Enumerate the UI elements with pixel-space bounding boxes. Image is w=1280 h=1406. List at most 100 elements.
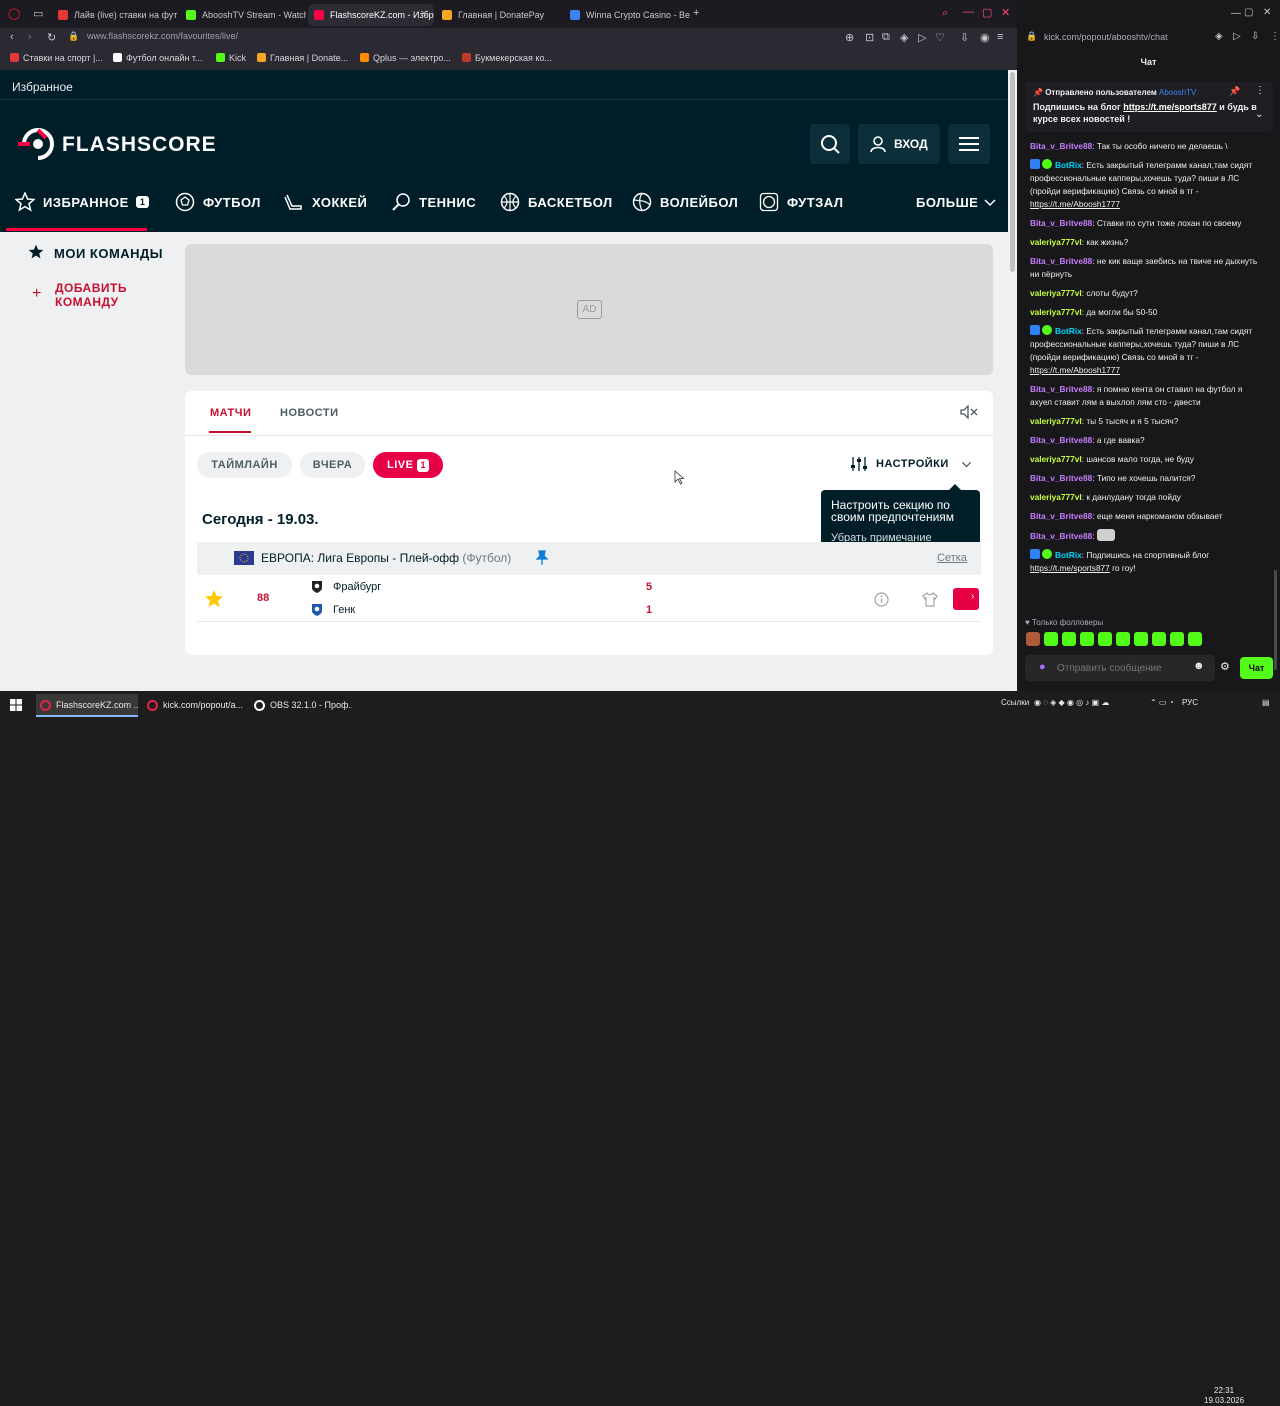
info-icon[interactable] [874, 592, 889, 607]
input-language[interactable]: РУС [1182, 698, 1198, 707]
reload-icon[interactable]: ↻ [47, 31, 56, 44]
emote[interactable] [1170, 632, 1184, 646]
chat-username[interactable]: valeriya777vl [1030, 454, 1082, 464]
maximize-icon[interactable]: ▢ [1244, 7, 1253, 18]
settings-gear-icon[interactable]: ⚙ [1220, 660, 1230, 673]
emote[interactable] [1134, 632, 1148, 646]
search-button[interactable] [810, 124, 850, 164]
taskbar-item-flashscore[interactable]: FlashscoreKZ.com ... [36, 694, 138, 717]
chat-username[interactable]: Bita_v_Britve88 [1030, 511, 1092, 521]
chat-username[interactable]: Bita_v_Britve88 [1030, 473, 1092, 483]
heart-icon[interactable]: ♡ [935, 31, 945, 44]
bookmark-5[interactable]: Qplus — электро... [360, 53, 451, 63]
zoom-icon[interactable]: ⊕ [845, 31, 854, 44]
favorite-star-icon[interactable] [204, 589, 224, 609]
send-chat-button[interactable]: Чат [1240, 657, 1273, 679]
windows-start-icon[interactable] [10, 699, 22, 711]
nav-basketball[interactable]: БАСКЕТБОЛ [500, 192, 613, 212]
tab-news[interactable]: НОВОСТИ [280, 407, 339, 419]
emote[interactable] [1080, 632, 1094, 646]
emote[interactable] [1026, 632, 1040, 646]
chat-username[interactable]: BotRix [1055, 160, 1082, 170]
scrollbar-thumb[interactable] [1274, 570, 1277, 670]
more-vertical-icon[interactable]: ⋮ [1255, 85, 1265, 96]
chat-username[interactable]: valeriya777vl [1030, 416, 1082, 426]
chat-url-text[interactable]: kick.com/popout/abooshtv/chat [1044, 32, 1168, 42]
chat-username[interactable]: Bita_v_Britve88 [1030, 435, 1092, 445]
emote[interactable] [1152, 632, 1166, 646]
minimize-icon[interactable]: — [1231, 8, 1241, 19]
chat-input[interactable] [1057, 660, 1187, 676]
taskbar-item-kick[interactable]: kick.com/popout/a... [143, 694, 245, 717]
screenshot-icon[interactable]: ⊡ [865, 31, 874, 44]
bookmark-3[interactable]: Kick [216, 53, 246, 63]
sound-muted-icon[interactable] [960, 405, 978, 419]
emote[interactable] [1044, 632, 1058, 646]
chat-link[interactable]: https://t.me/sports877 [1030, 563, 1110, 573]
url-text[interactable]: www.flashscorekz.com/favourites/live/ [87, 31, 238, 41]
add-team-button[interactable]: + ДОБАВИТЬ КОМАНДУ [32, 281, 127, 309]
chat-link[interactable]: https://t.me/Aboosh1777 [1030, 199, 1120, 209]
download-icon[interactable]: ⇩ [960, 31, 969, 44]
chat-username[interactable]: Bita_v_Britve88 [1030, 384, 1092, 394]
notifications-icon[interactable]: ▤ [1262, 698, 1270, 707]
player-icon[interactable]: ▷ [1233, 31, 1241, 42]
nav-tennis[interactable]: ТЕННИС [391, 192, 476, 212]
emoji-icon[interactable]: ☻ [1193, 660, 1205, 672]
bookmark-2[interactable]: Футбол онлайн т... [113, 53, 203, 63]
pinned-message[interactable]: 📌 Отправлено пользователем AbooshTV Подп… [1025, 82, 1273, 132]
tray-icons[interactable]: ◉ ◌ ◈ ◆ ◉ ◎ ♪ ▣ ☁ [1034, 698, 1109, 707]
browser-tab-1[interactable]: Лайв (live) ставки на фут [52, 4, 178, 26]
close-window-icon[interactable]: ✕ [1001, 6, 1010, 19]
pinned-link[interactable]: https://t.me/sports877 [1123, 102, 1217, 112]
profile-icon[interactable]: ◉ [980, 31, 990, 44]
live-stream-button[interactable]: › [953, 588, 979, 610]
chat-username[interactable]: valeriya777vl [1030, 307, 1082, 317]
home-team[interactable]: Фрайбург [333, 581, 381, 593]
shield-icon[interactable]: ◈ [900, 31, 908, 44]
close-tab-icon[interactable]: ✕ [420, 4, 428, 26]
emote[interactable] [1062, 632, 1076, 646]
maximize-icon[interactable]: ▢ [982, 6, 992, 19]
filter-yesterday[interactable]: ВЧЕРА [300, 452, 365, 478]
league-name[interactable]: ЕВРОПА: Лига Европы - Плей-офф (Футбол) [261, 551, 511, 565]
browser-tab-5[interactable]: Winna Crypto Casino - Be [564, 4, 690, 26]
download-icon[interactable]: ⇩ [1251, 31, 1259, 42]
chat-username[interactable]: Bita_v_Britve88 [1030, 141, 1092, 151]
unpin-icon[interactable]: 📌 [1229, 86, 1240, 97]
chat-username[interactable]: valeriya777vl [1030, 237, 1082, 247]
menu-dots-icon[interactable]: ⋮ [1270, 31, 1280, 42]
nav-futsal[interactable]: ФУТЗАЛ [759, 192, 843, 212]
browser-tab-3-active[interactable]: FlashscoreKZ.com - Избр ✕ [308, 4, 434, 26]
page-scrollbar[interactable] [1008, 70, 1017, 691]
flashscore-logo-text[interactable]: FLASHSCORE [62, 133, 217, 157]
browser-tab-4[interactable]: Главная | DonatePay [436, 4, 562, 26]
chat-username[interactable]: Bita_v_Britve88 [1030, 218, 1092, 228]
microphone-icon[interactable]: ● [1039, 661, 1046, 673]
lineup-shirt-icon[interactable] [922, 592, 938, 607]
shield-icon[interactable]: ◈ [1215, 31, 1223, 42]
nav-favorites[interactable]: ИЗБРАННОЕ 1 [15, 192, 150, 212]
settings-button[interactable]: НАСТРОЙКИ [850, 456, 972, 472]
system-clock[interactable]: 22:31 19.03.2026 [1204, 1386, 1244, 1406]
emote[interactable] [1098, 632, 1112, 646]
filter-live[interactable]: LIVE 1 [373, 452, 443, 478]
bookmark-6[interactable]: Букмекерская ко... [462, 53, 552, 63]
emote[interactable] [1116, 632, 1130, 646]
taskbar-item-obs[interactable]: OBS 32.1.0 - Проф... [250, 694, 352, 717]
chat-scrollbar[interactable] [1274, 75, 1278, 675]
links-toolbar[interactable]: Ссылки [1001, 698, 1029, 707]
chat-username[interactable]: Bita_v_Britve88 [1030, 531, 1092, 541]
chat-username[interactable]: valeriya777vl [1030, 288, 1082, 298]
bookmark-1[interactable]: Ставки на спорт |... [10, 53, 103, 63]
nav-football[interactable]: ФУТБОЛ [175, 192, 261, 212]
chat-link[interactable]: https://t.me/Aboosh1777 [1030, 365, 1120, 375]
pinned-user[interactable]: AbooshTV [1159, 88, 1196, 97]
tab-matches[interactable]: МАТЧИ [210, 407, 251, 419]
snap-icon[interactable]: ⧉ [882, 31, 890, 44]
nav-hockey[interactable]: ХОККЕЙ [284, 192, 367, 212]
nav-more[interactable]: БОЛЬШЕ [916, 192, 996, 212]
tab-overview-icon[interactable]: ▭ [33, 7, 43, 20]
search-tabs-icon[interactable]: ⌕ [942, 7, 948, 20]
scrollbar-thumb[interactable] [1010, 72, 1015, 272]
